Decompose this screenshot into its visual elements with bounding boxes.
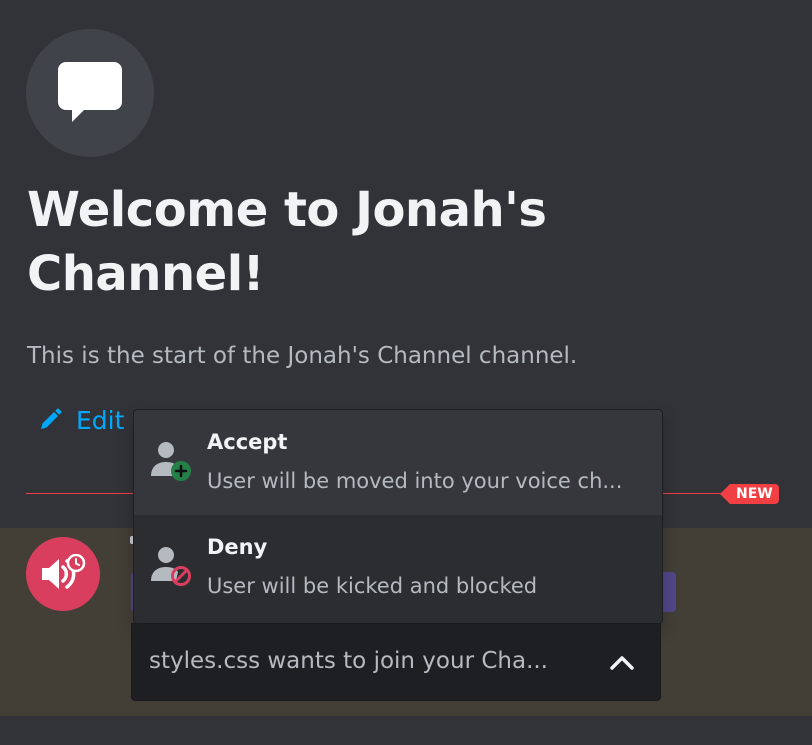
pencil-icon [41,408,62,429]
user-block-icon [151,547,191,586]
voice-request-icon [42,554,86,589]
new-badge: NEW [720,484,779,504]
user-add-icon [151,442,191,481]
avatar[interactable] [26,537,100,611]
deny-option[interactable]: Deny User will be kicked and blocked [134,515,662,620]
chat-bubble-icon [58,62,122,122]
request-action-dropdown: Accept User will be moved into your voic… [133,409,663,624]
page-title: Welcome to Jonah's Channel! [27,182,547,302]
edit-label: Edit [76,405,125,435]
accept-label: Accept [207,430,288,454]
request-select[interactable]: styles.css wants to join your Cha... [131,623,661,701]
deny-label: Deny [207,535,268,559]
accept-description: User will be moved into your voice ch... [207,469,623,493]
chevron-up-icon[interactable] [609,650,635,676]
select-value: styles.css wants to join your Cha... [149,648,548,674]
deny-description: User will be kicked and blocked [207,574,538,598]
bottom-strip [0,716,812,745]
accept-option[interactable]: Accept User will be moved into your voic… [134,410,662,515]
channel-welcome-icon [26,29,154,157]
channel-subtitle: This is the start of the Jonah's Channel… [27,343,578,369]
edit-channel-button[interactable]: Edit [38,400,124,440]
